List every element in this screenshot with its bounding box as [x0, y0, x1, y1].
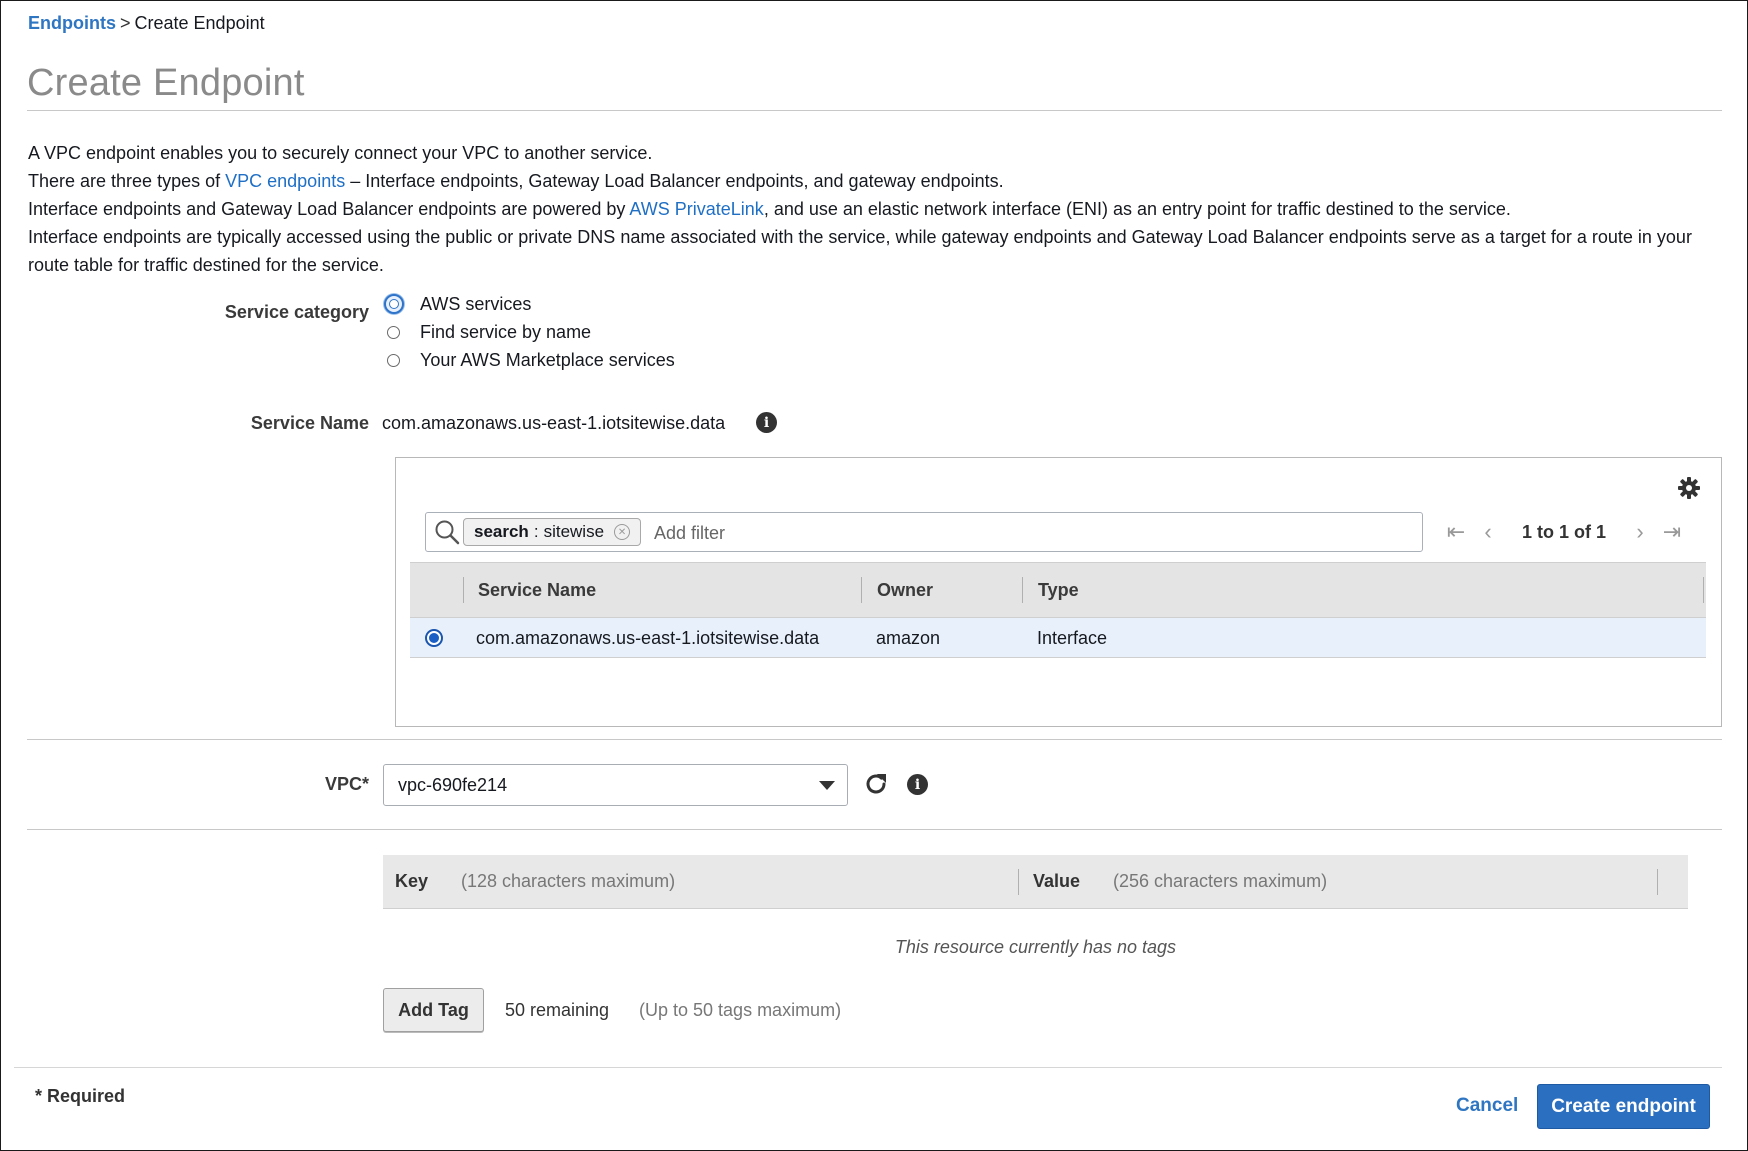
intro-text: A VPC endpoint enables you to securely c… — [28, 139, 1728, 279]
section-divider — [27, 739, 1722, 740]
last-page-icon[interactable]: ⇥ — [1656, 519, 1688, 545]
column-separator — [1657, 869, 1658, 895]
breadcrumb-separator: > — [120, 13, 131, 33]
chevron-down-icon — [819, 781, 835, 790]
tags-table-header: Key (128 characters maximum) Value (256 … — [383, 855, 1688, 909]
previous-page-icon[interactable]: ‹ — [1472, 519, 1504, 545]
radio-marketplace-services-button[interactable] — [387, 353, 400, 367]
row-select-radio[interactable] — [425, 629, 443, 647]
info-icon[interactable]: i — [907, 774, 928, 795]
pagination: ⇤ ‹ 1 to 1 of 1 › ⇥ — [1440, 518, 1688, 546]
search-icon — [435, 520, 460, 545]
vpc-select[interactable]: vpc-690fe214 — [383, 764, 848, 806]
intro-line-2-post: – Interface endpoints, Gateway Load Bala… — [350, 171, 1004, 191]
filter-chip-value: sitewise — [543, 522, 605, 541]
service-name-value: com.amazonaws.us-east-1.iotsitewise.data — [382, 413, 726, 433]
tags-value-header: Value — [1033, 871, 1081, 891]
intro-line-3-post: , and use an elastic network interface (… — [763, 199, 1511, 219]
settings-gear-icon[interactable] — [1677, 476, 1701, 500]
service-table-header: Service Name Owner Type — [410, 562, 1706, 618]
pagination-text: 1 to 1 of 1 — [1522, 521, 1607, 542]
breadcrumb-endpoints-link[interactable]: Endpoints — [28, 13, 116, 33]
cancel-button[interactable]: Cancel — [1456, 1095, 1518, 1117]
vpc-endpoints-link[interactable]: VPC endpoints — [225, 171, 345, 191]
required-note: * Required — [35, 1086, 126, 1106]
radio-aws-services-label[interactable]: AWS services — [420, 294, 531, 315]
column-separator — [463, 577, 464, 603]
add-tag-button[interactable]: Add Tag — [383, 988, 484, 1032]
radio-aws-services-button[interactable] — [384, 294, 404, 314]
column-separator — [1703, 577, 1704, 603]
footer-divider — [14, 1067, 1722, 1068]
column-header-service-name[interactable]: Service Name — [478, 580, 596, 601]
breadcrumb: Endpoints > Create Endpoint — [28, 13, 265, 34]
column-separator — [861, 577, 862, 603]
tags-remaining-hint: (Up to 50 tags maximum) — [639, 1000, 842, 1020]
radio-aws-services[interactable]: AWS services — [384, 290, 675, 318]
aws-privatelink-link[interactable]: AWS PrivateLink — [629, 199, 763, 219]
intro-line-2-pre: There are three types of — [28, 171, 221, 191]
tags-key-hint: (128 characters maximum) — [461, 871, 676, 891]
vpc-label: VPC* — [324, 774, 369, 794]
service-category-label: Service category — [224, 302, 369, 322]
add-filter-placeholder[interactable]: Add filter — [654, 523, 725, 544]
radio-find-service-by-name[interactable]: Find service by name — [387, 318, 675, 346]
row-type: Interface — [1037, 628, 1108, 648]
first-page-icon[interactable]: ⇤ — [1440, 519, 1472, 545]
next-page-icon[interactable]: › — [1624, 519, 1656, 545]
radio-marketplace-services[interactable]: Your AWS Marketplace services — [387, 346, 675, 374]
filter-chip[interactable]: search: sitewise ✕ — [463, 518, 642, 546]
intro-line-3-pre: Interface endpoints and Gateway Load Bal… — [28, 199, 626, 219]
column-separator — [1022, 577, 1023, 603]
intro-line-4: Interface endpoints are typically access… — [28, 227, 1692, 275]
service-category-radio-group: AWS services Find service by name Your A… — [384, 290, 675, 374]
intro-line-1: A VPC endpoint enables you to securely c… — [28, 143, 653, 163]
row-owner: amazon — [876, 628, 941, 648]
service-name-label: Service Name — [250, 413, 369, 433]
info-icon[interactable]: i — [756, 412, 777, 433]
column-separator — [1018, 869, 1019, 895]
title-divider — [27, 110, 1722, 111]
page-title: Create Endpoint — [27, 62, 305, 104]
column-header-type[interactable]: Type — [1038, 580, 1079, 601]
row-service-name: com.amazonaws.us-east-1.iotsitewise.data — [476, 628, 820, 648]
filter-chip-sep: : — [533, 522, 539, 541]
radio-find-service-by-name-label[interactable]: Find service by name — [420, 322, 591, 343]
vpc-select-value: vpc-690fe214 — [398, 774, 508, 795]
filter-chip-key: search — [474, 522, 529, 541]
breadcrumb-current: Create Endpoint — [134, 13, 265, 33]
column-header-owner[interactable]: Owner — [877, 580, 933, 601]
create-endpoint-button[interactable]: Create endpoint — [1537, 1084, 1710, 1129]
radio-find-service-by-name-button[interactable] — [387, 325, 400, 339]
tags-value-hint: (256 characters maximum) — [1113, 871, 1328, 891]
radio-marketplace-services-label[interactable]: Your AWS Marketplace services — [420, 350, 675, 371]
remove-filter-icon[interactable]: ✕ — [614, 524, 631, 540]
tags-remaining: 50 remaining — [505, 1000, 610, 1020]
intro-line-3: Interface endpoints and Gateway Load Bal… — [28, 195, 1728, 223]
refresh-icon[interactable] — [863, 771, 889, 797]
section-divider — [27, 829, 1722, 830]
intro-line-2: There are three types of VPC endpoints –… — [28, 167, 1728, 195]
no-tags-message: This resource currently has no tags — [894, 937, 1177, 957]
table-row[interactable]: com.amazonaws.us-east-1.iotsitewise.data… — [410, 618, 1706, 658]
tags-key-header: Key — [395, 871, 429, 891]
